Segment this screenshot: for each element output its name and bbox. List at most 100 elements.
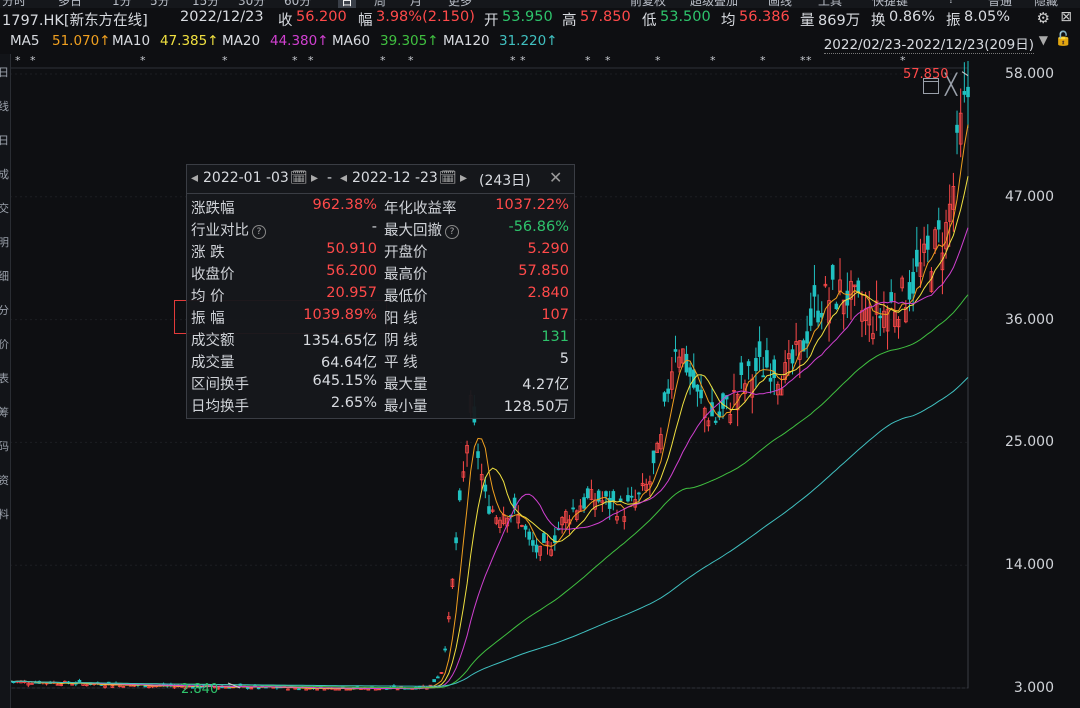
stats-label: 涨跌幅: [191, 201, 235, 217]
stats-label: 最大回撤?: [384, 219, 459, 240]
stats-label: 收盘价: [191, 267, 235, 283]
y-axis-tick-label: 58.000: [1005, 66, 1054, 82]
period-tab[interactable]: 日: [338, 0, 357, 8]
candle-body: [626, 495, 630, 502]
left-tool-item[interactable]: 分: [0, 302, 10, 318]
start-date[interactable]: 2022-01 -03: [203, 170, 289, 186]
event-star-icon[interactable]: *: [710, 54, 716, 67]
end-date[interactable]: 2022-12 -23: [352, 170, 438, 186]
calendar-icon[interactable]: 🗓: [439, 170, 457, 186]
candle-body: [651, 450, 656, 464]
period-tab[interactable]: ?: [948, 0, 954, 6]
stats-row: 振 幅 1039.89% 阳 线 107: [187, 306, 574, 328]
event-star-icon[interactable]: *: [15, 54, 21, 67]
period-tab[interactable]: 前复权: [630, 0, 666, 8]
candle-body: [713, 420, 718, 423]
event-markers-row: * * * * * * * * * * * * * * * * * *: [0, 54, 1000, 68]
period-tab[interactable]: 快捷键: [872, 0, 908, 8]
calendar-icon[interactable]: 🗓: [290, 170, 308, 186]
period-tab[interactable]: 画线: [768, 0, 792, 8]
date-range-selector[interactable]: 2022/02/23-2022/12/23(209日): [823, 33, 1034, 54]
event-star-icon[interactable]: *: [380, 54, 386, 67]
candle-body: [297, 688, 301, 691]
event-star-icon[interactable]: *: [760, 54, 766, 67]
stock-code-name: 1797.HK[新东方在线]: [2, 13, 148, 29]
period-tab[interactable]: 15分: [192, 0, 219, 8]
period-tab[interactable]: 更多: [448, 0, 472, 8]
event-star-icon[interactable]: *: [408, 54, 414, 67]
next-end-icon[interactable]: ▸: [460, 170, 467, 186]
avg-label: 均: [721, 13, 736, 29]
close-panel-icon[interactable]: ✕: [549, 168, 562, 187]
event-star-icon[interactable]: *: [806, 54, 812, 67]
event-star-icon[interactable]: *: [222, 54, 228, 67]
left-tool-item[interactable]: 交: [0, 200, 10, 216]
stats-value: 962.38%: [312, 197, 377, 213]
event-star-icon[interactable]: *: [140, 54, 146, 67]
candle-body: [915, 249, 919, 267]
period-tab[interactable]: 超级叠加: [690, 0, 738, 8]
period-tab[interactable]: 月: [410, 0, 422, 8]
left-tool-item[interactable]: 价: [0, 336, 10, 352]
period-tab[interactable]: 工具: [818, 0, 842, 8]
event-star-icon[interactable]: *: [800, 54, 806, 67]
candle-body: [637, 492, 641, 495]
left-tool-item[interactable]: 资: [0, 472, 10, 488]
event-star-icon[interactable]: *: [510, 54, 516, 67]
candle-body: [688, 367, 692, 377]
stats-row: 均 价 20.957 最低价 2.840: [187, 284, 574, 306]
prev-start-icon[interactable]: ◂: [191, 170, 198, 186]
left-tool-item[interactable]: 料: [0, 506, 10, 522]
period-tab[interactable]: 30分: [238, 0, 265, 8]
event-star-icon[interactable]: *: [655, 54, 661, 67]
left-tool-item[interactable]: 细: [0, 268, 10, 284]
left-tool-item[interactable]: 线: [0, 98, 10, 114]
event-star-icon[interactable]: *: [900, 54, 906, 67]
volume-label: 量: [800, 13, 815, 29]
candle-body: [373, 688, 378, 691]
event-star-icon[interactable]: *: [520, 54, 526, 67]
help-icon[interactable]: ?: [445, 225, 459, 239]
period-tab[interactable]: 60分: [284, 0, 311, 8]
period-tab[interactable]: 1分: [112, 0, 132, 8]
event-star-icon[interactable]: *: [30, 54, 36, 67]
candle-body: [757, 341, 762, 357]
candle-body: [772, 359, 777, 379]
left-tool-item[interactable]: 表: [0, 370, 10, 386]
left-tool-item[interactable]: 明: [0, 234, 10, 250]
settings-gear-icon[interactable]: ⚙: [1037, 9, 1050, 27]
panel-header: ◂ 2022-01 -03 🗓 ▸ - ◂ 2022-12 -23 🗓 ▸ (2…: [187, 165, 574, 194]
turnover-value: 0.86%: [889, 9, 936, 25]
prev-end-icon[interactable]: ◂: [340, 170, 347, 186]
candle-body: [604, 491, 608, 497]
lock-icon[interactable]: 🔓: [1055, 31, 1072, 47]
event-star-icon[interactable]: *: [605, 54, 611, 67]
change-label: 幅: [358, 13, 373, 29]
period-tab[interactable]: 多日: [58, 0, 82, 8]
period-tab[interactable]: 普通: [988, 0, 1012, 8]
stats-label: 成交量: [191, 355, 235, 371]
ma-label: MA5: [10, 33, 40, 49]
amplitude-value: 8.05%: [964, 9, 1011, 25]
stats-value: 50.910: [326, 241, 377, 257]
left-tool-item[interactable]: 码: [0, 438, 10, 454]
period-tab[interactable]: 隐藏: [1034, 0, 1058, 8]
help-icon[interactable]: ?: [252, 225, 266, 239]
period-tab[interactable]: 5分: [150, 0, 170, 8]
period-tab[interactable]: 周: [374, 0, 386, 8]
event-star-icon[interactable]: *: [585, 54, 591, 67]
range-dropdown-icon[interactable]: ▼: [1039, 33, 1048, 47]
candle-body: [436, 676, 440, 679]
period-tab[interactable]: 分时: [2, 0, 26, 8]
candle-body: [911, 271, 915, 294]
close-window-icon[interactable]: ⊠: [1060, 9, 1072, 25]
stats-value: -56.86%: [508, 219, 569, 235]
highest-price-label: 57.850: [903, 67, 949, 82]
left-tool-item[interactable]: 成: [0, 166, 10, 182]
next-start-icon[interactable]: ▸: [311, 170, 318, 186]
left-tool-item[interactable]: 筹: [0, 404, 10, 420]
candle-body: [457, 490, 462, 501]
left-tool-item[interactable]: 日: [0, 132, 10, 148]
event-star-icon[interactable]: *: [292, 54, 298, 67]
event-star-icon[interactable]: *: [308, 54, 314, 67]
